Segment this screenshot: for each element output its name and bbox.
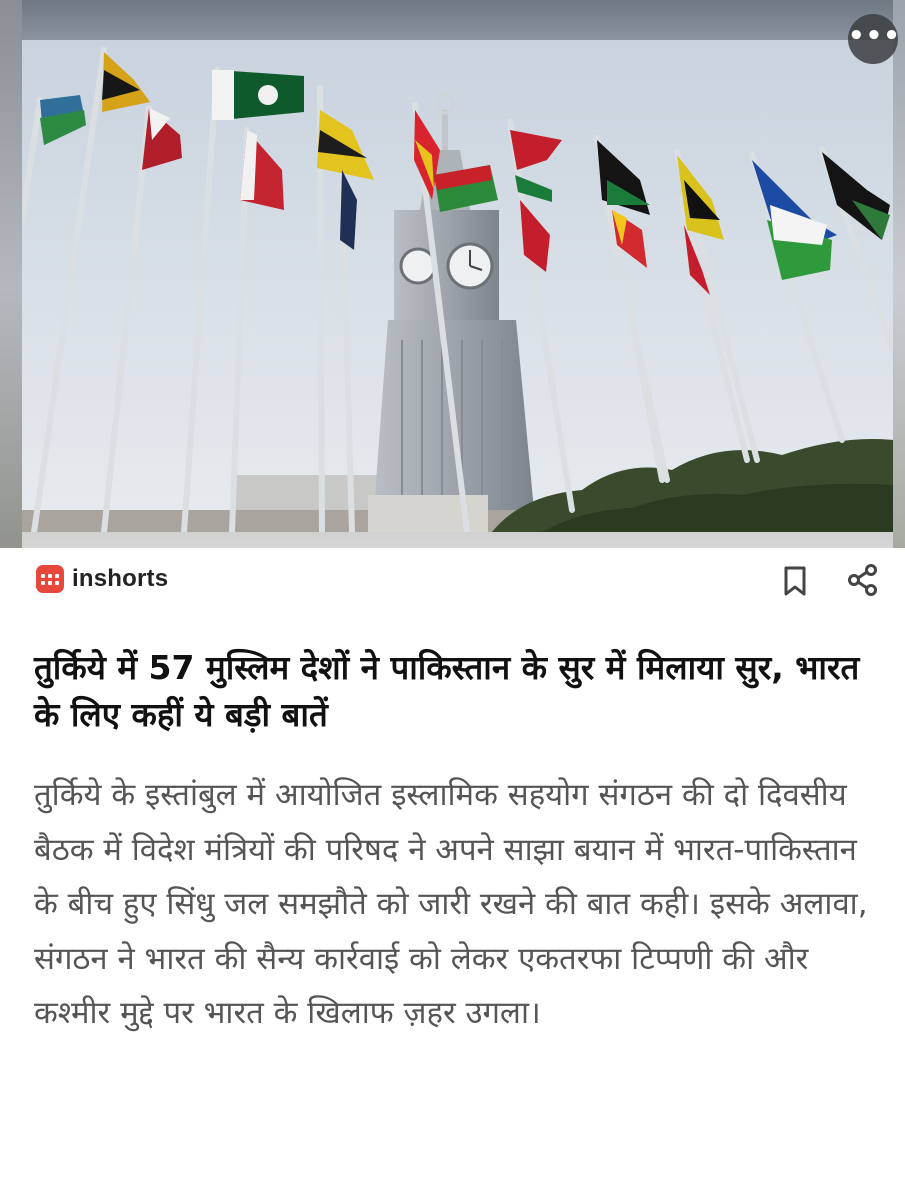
source-logo[interactable]: inshorts xyxy=(36,563,168,595)
article-body: तुर्किये के इस्तांबुल में आयोजित इस्लामि… xyxy=(34,777,868,1031)
action-tab xyxy=(742,551,905,607)
share-icon[interactable] xyxy=(846,563,880,597)
source-name: inshorts xyxy=(72,565,169,592)
bookmark-icon[interactable] xyxy=(780,565,810,597)
more-options-button[interactable]: ••• xyxy=(848,14,900,64)
article-image xyxy=(22,40,893,532)
inshorts-logo-icon xyxy=(36,565,64,593)
article-headline: तुर्किये में 57 मुस्लिम देशों ने पाकिस्त… xyxy=(34,648,860,734)
backdrop-edge-right xyxy=(893,0,905,580)
backdrop-edge-left xyxy=(0,0,22,580)
